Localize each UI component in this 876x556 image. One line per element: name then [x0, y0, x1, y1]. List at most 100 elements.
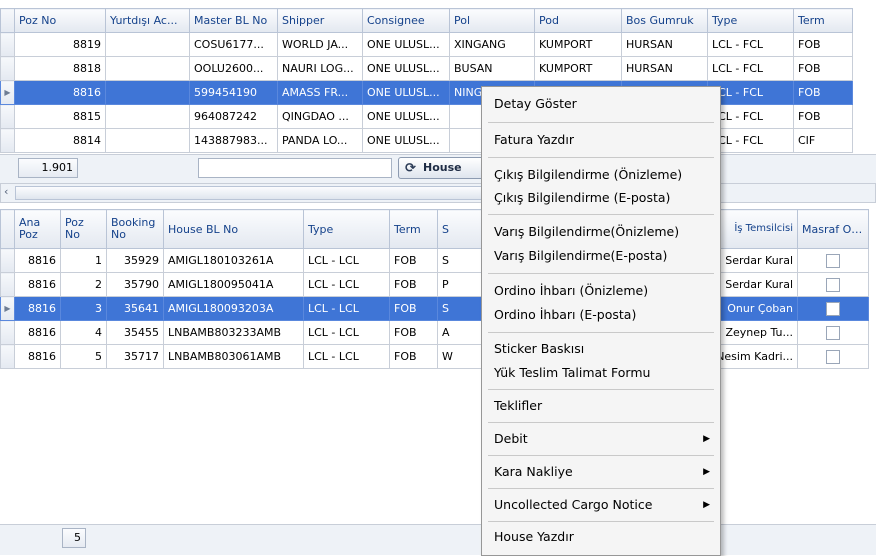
cell-poz-no[interactable]: 1 [60, 248, 107, 273]
cell-poz-no[interactable]: 8814 [14, 128, 106, 153]
menu-item-cikis-eposta[interactable]: Çıkış Bilgilendirme (E-posta) [482, 186, 720, 210]
cell-masraf-onay[interactable] [797, 296, 869, 321]
cell-shipper[interactable]: AMASS FR... [277, 80, 363, 105]
menu-item-uncollected-cargo[interactable]: Uncollected Cargo Notice ▶ [482, 493, 720, 517]
cell-type[interactable]: LCL - LCL [303, 296, 390, 321]
cell-shipper[interactable]: QINGDAO ... [277, 104, 363, 129]
menu-item-debit[interactable]: Debit ▶ [482, 427, 720, 451]
master-row[interactable]: 8818 OOLU2600... NAURI LOG... ONE ULUSL.… [0, 56, 853, 81]
col-header-masraf-onay[interactable]: Masraf Onay [797, 209, 869, 249]
cell-master-bl[interactable]: 964087242 [189, 104, 278, 129]
cell-term[interactable]: FOB [389, 320, 438, 345]
cell-consignee[interactable]: ONE ULUSL... [362, 56, 450, 81]
house-row[interactable]: 8816 1 35929 AMIGL180103261A LCL - LCL F… [0, 248, 869, 273]
menu-item-ordino-eposta[interactable]: Ordino İhbarı (E-posta) [482, 303, 720, 327]
cell-yurtdisi[interactable] [105, 128, 190, 153]
horizontal-scrollbar[interactable]: ‹ [0, 183, 876, 203]
cell-masraf-onay[interactable] [797, 248, 869, 273]
menu-item-teklifler[interactable]: Teklifler [482, 394, 720, 418]
cell-consignee[interactable]: ONE ULUSL... [362, 104, 450, 129]
col-header-house-bl[interactable]: House BL No [163, 209, 304, 249]
row-indicator[interactable] [0, 320, 15, 345]
master-row[interactable]: 8819 COSU6177... WORLD JA... ONE ULUSL..… [0, 32, 853, 57]
cell-booking-no[interactable]: 35929 [106, 248, 164, 273]
masraf-onay-checkbox[interactable] [826, 277, 840, 292]
cell-term[interactable]: CIF [793, 128, 853, 153]
cell-poz-no[interactable]: 5 [60, 344, 107, 369]
menu-item-fatura-yazdir[interactable]: Fatura Yazdır [482, 128, 720, 152]
cell-poz-no[interactable]: 4 [60, 320, 107, 345]
cell-poz-no[interactable]: 8816 [14, 80, 106, 105]
cell-house-bl[interactable]: LNBAMB803061AMB [163, 344, 304, 369]
menu-item-varis-eposta[interactable]: Varış Bilgilendirme(E-posta) [482, 244, 720, 268]
menu-item-cikis-onizleme[interactable]: Çıkış Bilgilendirme (Önizleme) [482, 163, 720, 187]
col-header-shipper[interactable]: Shipper [277, 8, 363, 33]
cell-type[interactable]: LCL - LCL [303, 272, 390, 297]
cell-term[interactable]: FOB [389, 248, 438, 273]
scroll-left-icon[interactable]: ‹ [4, 185, 8, 198]
menu-item-varis-onizleme[interactable]: Varış Bilgilendirme(Önizleme) [482, 220, 720, 244]
cell-yurtdisi[interactable] [105, 104, 190, 129]
cell-house-bl[interactable]: AMIGL180095041A [163, 272, 304, 297]
cell-booking-no[interactable]: 35641 [106, 296, 164, 321]
cell-ana-poz[interactable]: 8816 [14, 344, 61, 369]
cell-shipper[interactable]: NAURI LOG... [277, 56, 363, 81]
cell-pod[interactable]: KUMPORT [534, 32, 622, 57]
current-row-arrow-icon[interactable]: ▶ [0, 296, 15, 321]
row-indicator[interactable] [0, 56, 15, 81]
cell-term[interactable]: FOB [389, 272, 438, 297]
cell-master-bl[interactable]: OOLU2600... [189, 56, 278, 81]
cell-poz-no[interactable]: 8818 [14, 56, 106, 81]
house-row[interactable]: 8816 2 35790 AMIGL180095041A LCL - LCL F… [0, 272, 869, 297]
cell-masraf-onay[interactable] [797, 320, 869, 345]
house-button[interactable]: ⟳ House [398, 157, 488, 179]
cell-type[interactable]: LCL - LCL [303, 344, 390, 369]
house-row[interactable]: 8816 4 35455 LNBAMB803233AMB LCL - LCL F… [0, 320, 869, 345]
cell-bos-gumruk[interactable]: HURSAN [621, 32, 708, 57]
cell-bos-gumruk[interactable]: HURSAN [621, 56, 708, 81]
cell-type[interactable]: LCL - FCL [707, 32, 794, 57]
master-filter-input[interactable] [198, 158, 392, 178]
cell-term[interactable]: FOB [389, 296, 438, 321]
menu-item-yuk-teslim[interactable]: Yük Teslim Talimat Formu [482, 361, 720, 385]
menu-item-kara-nakliye[interactable]: Kara Nakliye ▶ [482, 460, 720, 484]
menu-item-sticker-baskisi[interactable]: Sticker Baskısı [482, 337, 720, 361]
cell-term[interactable]: FOB [793, 80, 853, 105]
current-row-arrow-icon[interactable]: ▶ [0, 80, 15, 105]
col-header-type[interactable]: Type [707, 8, 794, 33]
cell-house-bl[interactable]: AMIGL180093203A [163, 296, 304, 321]
row-indicator[interactable] [0, 32, 15, 57]
cell-master-bl[interactable]: 143887983... [189, 128, 278, 153]
cell-type[interactable]: LCL - LCL [303, 248, 390, 273]
col-header-poz-no[interactable]: Poz No [14, 8, 106, 33]
cell-poz-no[interactable]: 3 [60, 296, 107, 321]
cell-consignee[interactable]: ONE ULUSL... [362, 32, 450, 57]
cell-masraf-onay[interactable] [797, 344, 869, 369]
col-header-pod[interactable]: Pod [534, 8, 622, 33]
cell-yurtdisi[interactable] [105, 56, 190, 81]
cell-consignee[interactable]: ONE ULUSL... [362, 128, 450, 153]
row-indicator[interactable] [0, 104, 15, 129]
cell-master-bl[interactable]: COSU6177... [189, 32, 278, 57]
cell-pod[interactable]: KUMPORT [534, 56, 622, 81]
cell-shipper[interactable]: WORLD JA... [277, 32, 363, 57]
row-indicator[interactable] [0, 128, 15, 153]
col-header-consignee[interactable]: Consignee [362, 8, 450, 33]
cell-booking-no[interactable]: 35790 [106, 272, 164, 297]
master-row[interactable]: 8814 143887983... PANDA LO... ONE ULUSL.… [0, 128, 853, 153]
cell-term[interactable]: FOB [793, 104, 853, 129]
cell-poz-no[interactable]: 8819 [14, 32, 106, 57]
cell-type[interactable]: LCL - FCL [707, 56, 794, 81]
col-header-poz-no[interactable]: Poz No [60, 209, 107, 249]
col-header-pol[interactable]: Pol [449, 8, 535, 33]
master-row[interactable]: 8815 964087242 QINGDAO ... ONE ULUSL... … [0, 104, 853, 129]
cell-term[interactable]: FOB [793, 56, 853, 81]
cell-poz-no[interactable]: 2 [60, 272, 107, 297]
col-header-master-bl[interactable]: Master BL No [189, 8, 278, 33]
row-indicator[interactable] [0, 248, 15, 273]
cell-pol[interactable]: XINGANG [449, 32, 535, 57]
col-header-yurtdisi[interactable]: Yurtdışı Ac... [105, 8, 190, 33]
masraf-onay-checkbox[interactable] [826, 349, 840, 364]
menu-item-ordino-onizleme[interactable]: Ordino İhbarı (Önizleme) [482, 279, 720, 303]
cell-booking-no[interactable]: 35717 [106, 344, 164, 369]
